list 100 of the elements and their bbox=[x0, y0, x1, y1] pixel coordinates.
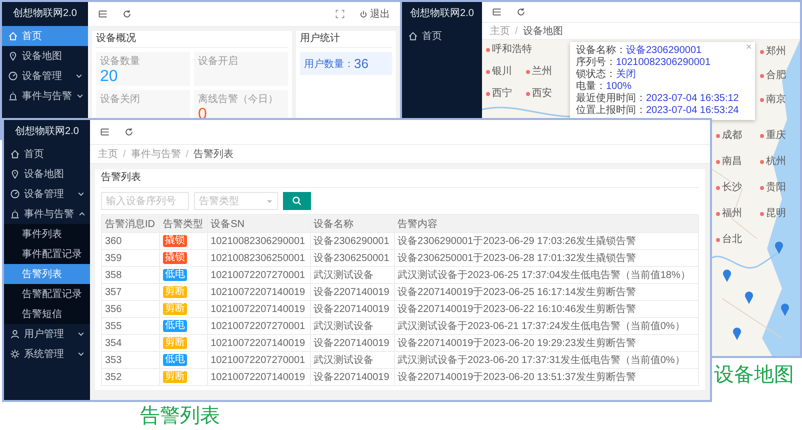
table-cell: 10210072207140019 bbox=[207, 300, 310, 318]
city-label: 银川 bbox=[486, 66, 512, 78]
location-pin-icon bbox=[10, 169, 20, 179]
map-pin-icon[interactable] bbox=[774, 240, 784, 254]
refresh-icon[interactable] bbox=[122, 9, 132, 19]
card-title: 设备概况 bbox=[96, 31, 288, 48]
table-cell: 设备2207140019 bbox=[310, 300, 394, 318]
menu-toggle-icon[interactable] bbox=[98, 9, 108, 19]
table-cell: 10210072207270001 bbox=[207, 318, 310, 334]
breadcrumb-link[interactable]: 告警列表 bbox=[194, 147, 234, 161]
map-pin-icon[interactable] bbox=[722, 268, 732, 282]
table-cell: 10210072207140019 bbox=[207, 284, 310, 300]
app-title: 创想物联网2.0 bbox=[14, 124, 80, 139]
chevron-down-icon bbox=[77, 330, 85, 338]
menu-item[interactable]: 设备地图 bbox=[2, 46, 88, 66]
menu-item[interactable]: 首页 bbox=[4, 144, 90, 164]
table-cell: 10210082306250001 bbox=[207, 250, 310, 266]
table-cell: 360 bbox=[102, 232, 160, 250]
table-cell: 359 bbox=[102, 250, 160, 266]
alarm-type-tag: 剪断 bbox=[162, 286, 187, 298]
menu-item[interactable]: 用户管理 bbox=[4, 324, 90, 344]
map-pin-icon[interactable] bbox=[780, 302, 790, 316]
popup-field: 位置上报时间：2023-07-04 16:53:24 bbox=[576, 105, 739, 117]
siren-icon bbox=[10, 209, 20, 219]
popup-field: 序列号：10210082306290001 bbox=[576, 57, 739, 69]
table-cell: 设备2207140019于2023-06-22 16:10:46发生剪断告警 bbox=[394, 300, 698, 318]
serial-number-input[interactable]: 输入设备序列号 bbox=[101, 192, 189, 210]
city-label: 兰州 bbox=[526, 66, 552, 78]
chevron-down-icon bbox=[77, 190, 85, 198]
map-pin-icon[interactable] bbox=[732, 326, 742, 340]
menu-item[interactable]: 首页 bbox=[402, 26, 482, 46]
home-icon bbox=[408, 31, 418, 41]
alarm-type-tag: 剪断 bbox=[162, 303, 187, 315]
map-pin-icon[interactable] bbox=[744, 290, 754, 304]
city-label: 杭州 bbox=[760, 156, 786, 168]
menu-item[interactable]: 告警短信 bbox=[4, 304, 90, 324]
alarm-type-tag: 低电 bbox=[162, 354, 187, 366]
table-cell: 10210082306290001 bbox=[207, 232, 310, 250]
table-cell: 设备2207140019 bbox=[310, 284, 394, 300]
column-header: 告警消息ID bbox=[102, 214, 160, 232]
table-cell: 武汉测试设备于2023-06-25 17:37:04发生低电告警（当前值18%） bbox=[394, 266, 698, 284]
app-title: 创想物联网2.0 bbox=[12, 6, 78, 21]
city-label: 贵阳 bbox=[760, 182, 786, 194]
column-header: 告警类型 bbox=[159, 214, 208, 232]
table-cell: 设备2306290001 bbox=[310, 232, 394, 250]
menu-item[interactable]: 系统管理 bbox=[4, 344, 90, 364]
app-title: 创想物联网2.0 bbox=[409, 6, 475, 21]
city-label: 福州 bbox=[716, 208, 742, 220]
table-cell: 武汉测试设备 bbox=[310, 266, 394, 284]
table-cell: 354 bbox=[102, 334, 160, 352]
refresh-icon[interactable] bbox=[516, 7, 526, 17]
table-cell: 353 bbox=[102, 352, 160, 368]
table-cell: 设备2306250001 bbox=[310, 250, 394, 266]
user-count-value: 36 bbox=[354, 56, 368, 71]
gear-icon bbox=[10, 349, 20, 359]
table-cell: 武汉测试设备于2023-06-20 17:37:31发生低电告警（当前值0%） bbox=[394, 352, 698, 368]
stat-label: 离线告警（今日） bbox=[198, 92, 279, 106]
caret-down-icon bbox=[266, 198, 273, 204]
city-label: 南京 bbox=[760, 94, 786, 106]
breadcrumb-link[interactable]: 设备地图 bbox=[522, 24, 563, 38]
table-cell: 352 bbox=[102, 368, 160, 386]
city-label: 合肥 bbox=[760, 70, 786, 82]
chevron-down-icon bbox=[76, 92, 84, 100]
table-cell: 10210072207140019 bbox=[207, 334, 310, 352]
table-cell: 设备2207140019于2023-06-25 16:17:14发生剪断告警 bbox=[394, 284, 698, 300]
chevron-up-icon bbox=[78, 210, 86, 218]
location-pin-icon bbox=[8, 51, 18, 61]
table-cell: 358 bbox=[102, 266, 160, 284]
popup-field: 最近使用时间：2023-07-04 16:35:12 bbox=[576, 93, 739, 105]
power-icon bbox=[359, 10, 368, 18]
stat-label: 设备关闭 bbox=[100, 92, 141, 106]
menu-item[interactable]: 事件与告警 bbox=[4, 204, 90, 224]
alarm-type-tag: 低电 bbox=[162, 269, 187, 281]
menu-item[interactable]: 事件列表 bbox=[4, 224, 90, 244]
home-icon bbox=[10, 149, 20, 159]
refresh-icon[interactable] bbox=[124, 127, 134, 137]
logout-button[interactable]: 退出 bbox=[359, 7, 390, 21]
menu-item[interactable]: 告警配置记录 bbox=[4, 284, 90, 304]
menu-toggle-icon[interactable] bbox=[100, 127, 110, 137]
gauge-icon bbox=[10, 189, 20, 199]
gauge-icon bbox=[8, 71, 18, 81]
city-label: 西安 bbox=[526, 88, 552, 100]
city-label: 昆明 bbox=[760, 208, 786, 220]
search-button[interactable] bbox=[283, 192, 311, 210]
city-label: 呼和浩特 bbox=[486, 44, 532, 56]
fullscreen-icon[interactable] bbox=[335, 9, 345, 19]
menu-toggle-icon[interactable] bbox=[492, 7, 502, 17]
alarm-type-tag: 撬锁 bbox=[162, 252, 187, 264]
table-cell: 10210072207270001 bbox=[207, 352, 310, 368]
menu-item[interactable]: 设备管理 bbox=[4, 184, 90, 204]
menu-item[interactable]: 设备管理 bbox=[2, 66, 88, 86]
menu-item[interactable]: 事件与告警 bbox=[2, 86, 88, 106]
city-label: 重庆 bbox=[760, 130, 786, 142]
table-cell: 设备2207140019于2023-06-20 13:51:37发生剪断告警 bbox=[394, 368, 698, 386]
menu-item[interactable]: 事件配置记录 bbox=[4, 244, 90, 264]
city-label: 成都 bbox=[716, 130, 742, 142]
alarm-type-tag: 剪断 bbox=[162, 337, 187, 349]
chevron-down-icon bbox=[77, 350, 85, 358]
chevron-down-icon bbox=[75, 72, 83, 80]
menu-item[interactable]: 设备地图 bbox=[4, 164, 90, 184]
